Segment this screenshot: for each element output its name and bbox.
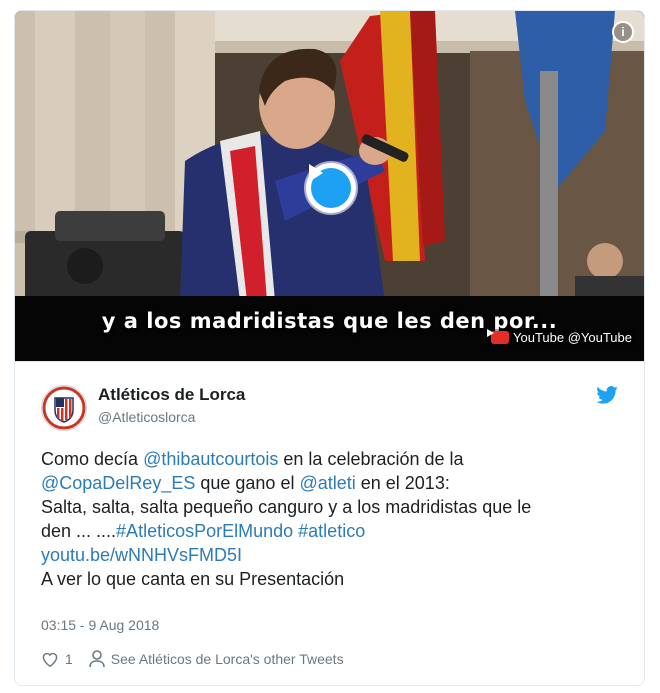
like-count: 1 (65, 651, 73, 667)
heart-icon (42, 652, 58, 667)
author-name[interactable]: Atléticos de Lorca (98, 385, 245, 405)
mention-thibautcourtois[interactable]: @thibautcourtois (143, 449, 278, 469)
like-button[interactable]: 1 (41, 651, 73, 667)
youtube-logo-icon (487, 329, 510, 344)
atletico-crest-icon (42, 386, 86, 430)
text-segment: en el 2013: (355, 473, 450, 493)
text-segment: en la celebración de la (278, 449, 464, 469)
video-thumbnail[interactable]: i y a los madridistas que les den por...… (15, 11, 644, 361)
tweet-line-3: Salta, salta, salta pequeño canguro y a … (41, 497, 532, 517)
text-segment: Como decía (41, 449, 144, 469)
text-segment: den ... .... (41, 521, 117, 541)
mention-copadelrey[interactable]: @CopaDelRey_ES (41, 473, 195, 493)
hashtag-atleticosporelmundo[interactable]: #AtleticosPorElMundo (116, 521, 293, 541)
tweet-line-1: Como decía @thibautcourtois en la celebr… (41, 447, 621, 471)
person-icon (88, 650, 105, 668)
play-button[interactable] (306, 163, 356, 213)
tweet-actions: 1 See Atléticos de Lorca's other Tweets (41, 650, 360, 668)
embedded-tweet-card: i y a los madridistas que les den por...… (14, 10, 645, 686)
tweet-line-4: den ... ....#AtleticosPorElMundo #atleti… (41, 519, 621, 543)
other-tweets-link[interactable]: See Atléticos de Lorca's other Tweets (88, 650, 344, 668)
play-icon (309, 164, 351, 208)
tweet-body: Atléticos de Lorca @Atleticoslorca Como … (15, 361, 644, 685)
youtube-link[interactable]: youtu.be/wNNHVsFMD5I (41, 545, 242, 565)
tweet-line-2: @CopaDelRey_ES que gano el @atleti en el… (41, 471, 621, 495)
youtube-attribution[interactable]: YouTube @YouTube (487, 329, 636, 346)
other-tweets-label: See Atléticos de Lorca's other Tweets (110, 651, 344, 667)
mention-atleti[interactable]: @atleti (299, 473, 355, 493)
tweet-line-6: A ver lo que canta en su Presentación (41, 569, 345, 589)
info-icon[interactable]: i (612, 21, 634, 43)
tweet-line-5: youtu.be/wNNHVsFMD5I (41, 543, 621, 567)
tweet-text: Como decía @thibautcourtois en la celebr… (41, 447, 621, 591)
hashtag-atletico[interactable]: #atletico (298, 521, 365, 541)
twitter-bird-icon[interactable] (596, 386, 618, 409)
text-segment: que gano el (195, 473, 300, 493)
author-handle[interactable]: @Atleticoslorca (98, 409, 195, 425)
tweet-timestamp[interactable]: 03:15 - 9 Aug 2018 (41, 617, 159, 633)
youtube-attribution-label: YouTube @YouTube (513, 330, 632, 345)
avatar[interactable] (41, 385, 87, 431)
